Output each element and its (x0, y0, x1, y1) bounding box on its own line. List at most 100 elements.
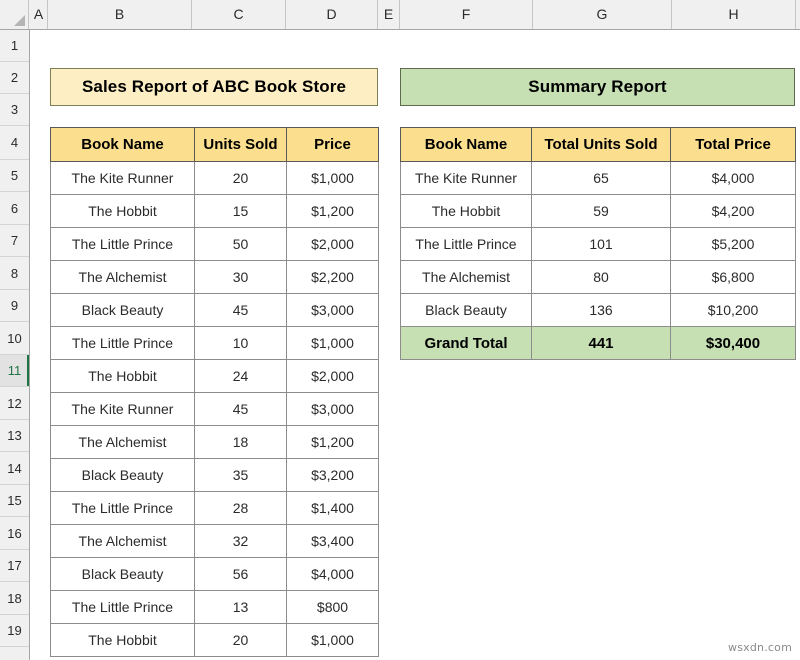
cell-2[interactable]: $4,000 (287, 558, 379, 591)
column-header-b[interactable]: B (48, 0, 192, 29)
cell-1[interactable]: 20 (195, 624, 287, 657)
cell-2[interactable]: $1,200 (287, 195, 379, 228)
grand-total-row[interactable]: Grand Total441$30,400 (401, 327, 796, 360)
row-header-18[interactable]: 18 (0, 582, 29, 615)
table-row[interactable]: The Hobbit20$1,000 (51, 624, 379, 657)
cell-1[interactable]: 13 (195, 591, 287, 624)
table-row[interactable]: The Alchemist18$1,200 (51, 426, 379, 459)
grand-total-cell-1[interactable]: 441 (532, 327, 671, 360)
cell-0[interactable]: The Little Prince (51, 492, 195, 525)
column-header-e[interactable]: E (378, 0, 400, 29)
row-header-11[interactable]: 11 (0, 355, 29, 387)
cell-1[interactable]: 15 (195, 195, 287, 228)
cell-1[interactable]: 56 (195, 558, 287, 591)
cell-2[interactable]: $3,000 (287, 294, 379, 327)
table-row[interactable]: The Little Prince28$1,400 (51, 492, 379, 525)
cell-2[interactable]: $1,400 (287, 492, 379, 525)
cell-1[interactable]: 136 (532, 294, 671, 327)
cell-1[interactable]: 35 (195, 459, 287, 492)
sales-report-table[interactable]: Book NameUnits SoldPrice The Kite Runner… (50, 127, 379, 657)
table-row[interactable]: The Little Prince10$1,000 (51, 327, 379, 360)
cell-1[interactable]: 30 (195, 261, 287, 294)
cell-1[interactable]: 101 (532, 228, 671, 261)
cell-0[interactable]: The Kite Runner (51, 162, 195, 195)
row-header-10[interactable]: 10 (0, 322, 29, 355)
cell-2[interactable]: $3,400 (287, 525, 379, 558)
cell-2[interactable]: $3,000 (287, 393, 379, 426)
cell-0[interactable]: The Alchemist (51, 525, 195, 558)
cell-1[interactable]: 45 (195, 294, 287, 327)
table-row[interactable]: Black Beauty136$10,200 (401, 294, 796, 327)
cell-2[interactable]: $1,000 (287, 327, 379, 360)
grand-total-cell-2[interactable]: $30,400 (671, 327, 796, 360)
sales-report-body[interactable]: The Kite Runner20$1,000The Hobbit15$1,20… (51, 162, 379, 657)
cell-0[interactable]: Black Beauty (51, 294, 195, 327)
cell-2[interactable]: $4,200 (671, 195, 796, 228)
table-row[interactable]: The Hobbit15$1,200 (51, 195, 379, 228)
column-header-cell-2[interactable]: Price (287, 128, 379, 162)
cell-0[interactable]: The Alchemist (401, 261, 532, 294)
row-header-6[interactable]: 6 (0, 192, 29, 225)
cell-0[interactable]: The Hobbit (51, 360, 195, 393)
table-row[interactable]: The Kite Runner65$4,000 (401, 162, 796, 195)
table-row[interactable]: Black Beauty45$3,000 (51, 294, 379, 327)
cell-2[interactable]: $6,800 (671, 261, 796, 294)
column-header-d[interactable]: D (286, 0, 378, 29)
table-row[interactable]: The Kite Runner45$3,000 (51, 393, 379, 426)
cell-0[interactable]: The Kite Runner (51, 393, 195, 426)
column-header-h[interactable]: H (672, 0, 796, 29)
cell-2[interactable]: $10,200 (671, 294, 796, 327)
row-header-7[interactable]: 7 (0, 225, 29, 257)
cell-1[interactable]: 32 (195, 525, 287, 558)
cell-1[interactable]: 10 (195, 327, 287, 360)
cell-1[interactable]: 28 (195, 492, 287, 525)
cell-1[interactable]: 80 (532, 261, 671, 294)
cell-0[interactable]: The Hobbit (51, 195, 195, 228)
cell-1[interactable]: 59 (532, 195, 671, 228)
column-header-f[interactable]: F (400, 0, 533, 29)
column-header-g[interactable]: G (533, 0, 672, 29)
table-row[interactable]: The Kite Runner20$1,000 (51, 162, 379, 195)
row-header-14[interactable]: 14 (0, 452, 29, 485)
cell-2[interactable]: $2,000 (287, 228, 379, 261)
row-header-5[interactable]: 5 (0, 160, 29, 192)
column-header-cell-0[interactable]: Book Name (51, 128, 195, 162)
cell-1[interactable]: 65 (532, 162, 671, 195)
table-row[interactable]: Black Beauty35$3,200 (51, 459, 379, 492)
table-row[interactable]: The Hobbit59$4,200 (401, 195, 796, 228)
cell-2[interactable]: $2,200 (287, 261, 379, 294)
cell-2[interactable]: $800 (287, 591, 379, 624)
cell-0[interactable]: The Alchemist (51, 426, 195, 459)
row-header-12[interactable]: 12 (0, 387, 29, 420)
summary-report-title-banner[interactable]: Summary Report (400, 68, 795, 106)
cell-1[interactable]: 45 (195, 393, 287, 426)
table-row[interactable]: The Little Prince50$2,000 (51, 228, 379, 261)
cell-0[interactable]: The Kite Runner (401, 162, 532, 195)
cell-0[interactable]: The Hobbit (51, 624, 195, 657)
row-header-13[interactable]: 13 (0, 420, 29, 452)
row-header-16[interactable]: 16 (0, 517, 29, 550)
cell-2[interactable]: $5,200 (671, 228, 796, 261)
row-header-9[interactable]: 9 (0, 290, 29, 322)
cell-0[interactable]: The Little Prince (51, 327, 195, 360)
cell-2[interactable]: $3,200 (287, 459, 379, 492)
cell-0[interactable]: Black Beauty (401, 294, 532, 327)
cell-2[interactable]: $4,000 (671, 162, 796, 195)
sales-report-title-banner[interactable]: Sales Report of ABC Book Store (50, 68, 378, 106)
select-all-corner-button[interactable] (0, 0, 29, 29)
cell-1[interactable]: 50 (195, 228, 287, 261)
summary-report-table[interactable]: Book NameTotal Units SoldTotal Price The… (400, 127, 796, 360)
row-header-15[interactable]: 15 (0, 485, 29, 517)
row-header-4[interactable]: 4 (0, 126, 29, 160)
row-header-17[interactable]: 17 (0, 550, 29, 582)
row-header-2[interactable]: 2 (0, 62, 29, 94)
summary-report-body[interactable]: The Kite Runner65$4,000The Hobbit59$4,20… (401, 162, 796, 360)
cell-1[interactable]: 18 (195, 426, 287, 459)
row-header-3[interactable]: 3 (0, 94, 29, 126)
cell-1[interactable]: 20 (195, 162, 287, 195)
cell-1[interactable]: 24 (195, 360, 287, 393)
cell-2[interactable]: $1,000 (287, 624, 379, 657)
cell-0[interactable]: The Hobbit (401, 195, 532, 228)
column-header-a[interactable]: A (30, 0, 48, 29)
table-row[interactable]: The Alchemist32$3,400 (51, 525, 379, 558)
